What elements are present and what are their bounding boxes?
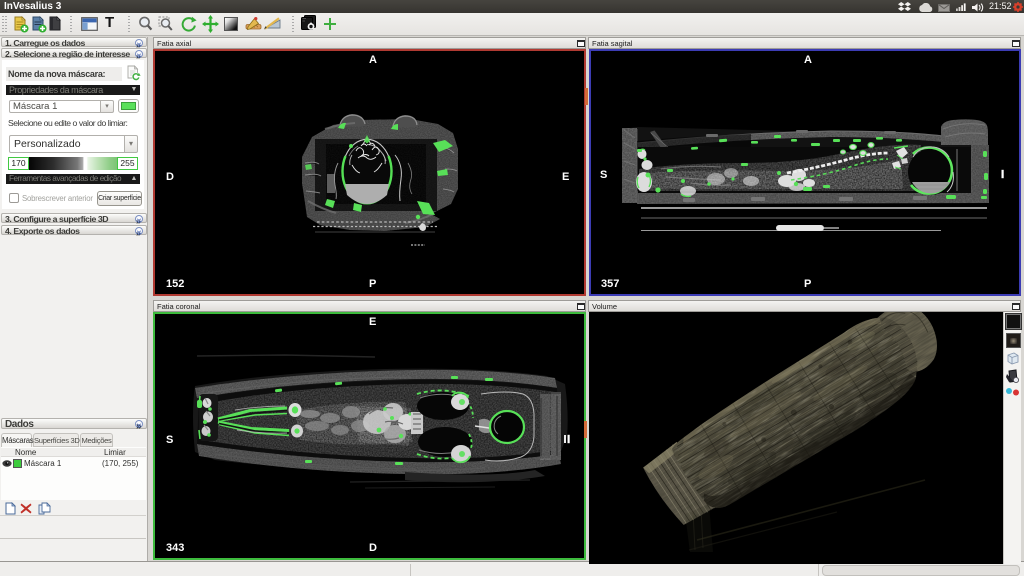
- svg-text:343: 343: [166, 542, 184, 554]
- svg-text:S: S: [166, 434, 173, 446]
- svg-text:152: 152: [166, 278, 184, 290]
- svg-text:357: 357: [601, 278, 619, 290]
- svg-text:A: A: [369, 54, 377, 66]
- svg-text:P: P: [804, 278, 811, 290]
- svg-text:E: E: [369, 316, 376, 328]
- svg-text:A: A: [804, 54, 812, 66]
- svg-text:S: S: [600, 169, 607, 181]
- svg-text:E: E: [562, 171, 569, 183]
- svg-text:D: D: [369, 542, 377, 554]
- svg-text:D: D: [166, 171, 174, 183]
- svg-text:P: P: [369, 278, 376, 290]
